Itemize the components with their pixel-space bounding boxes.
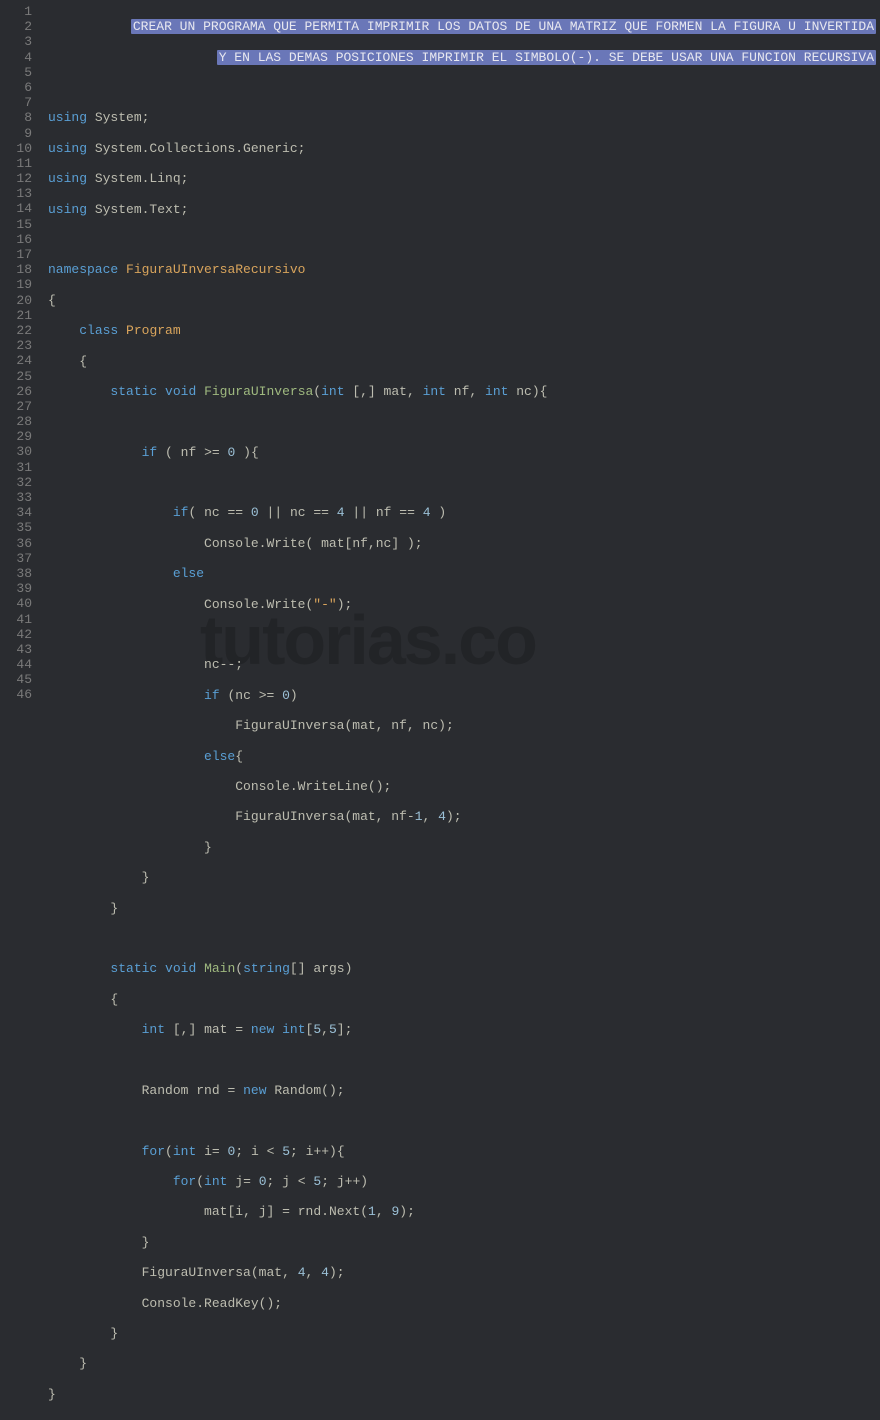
code-line[interactable]: CREAR UN PROGRAMA QUE PERMITA IMPRIMIR L… (48, 19, 880, 34)
line-number: 16 (6, 232, 32, 247)
code-line[interactable]: { (48, 354, 880, 369)
line-number: 6 (6, 80, 32, 95)
code-line[interactable]: Console.WriteLine(); (48, 779, 880, 794)
code-line[interactable]: } (48, 1387, 880, 1402)
line-number: 10 (6, 141, 32, 156)
line-number: 20 (6, 293, 32, 308)
line-number: 30 (6, 444, 32, 459)
line-number: 29 (6, 429, 32, 444)
line-number: 37 (6, 551, 32, 566)
line-number: 35 (6, 520, 32, 535)
code-editor[interactable]: 1 2 3 4 5 6 7 8 9 10 11 12 13 14 15 16 1… (0, 0, 880, 710)
code-line[interactable]: { (48, 992, 880, 1007)
code-line[interactable]: Console.Write( mat[nf,nc] ); (48, 536, 880, 551)
code-line[interactable]: Y EN LAS DEMAS POSICIONES IMPRIMIR EL SI… (48, 50, 880, 65)
code-line[interactable]: using System.Linq; (48, 171, 880, 186)
code-line[interactable]: } (48, 1326, 880, 1341)
code-line[interactable]: } (48, 901, 880, 916)
code-line[interactable]: if (nc >= 0) (48, 688, 880, 703)
code-line[interactable]: } (48, 870, 880, 885)
code-line[interactable]: { (48, 293, 880, 308)
line-number: 44 (6, 657, 32, 672)
line-number: 9 (6, 126, 32, 141)
code-line[interactable]: mat[i, j] = rnd.Next(1, 9); (48, 1204, 880, 1219)
line-number: 24 (6, 353, 32, 368)
code-line[interactable]: else (48, 566, 880, 581)
line-number: 17 (6, 247, 32, 262)
line-number: 27 (6, 399, 32, 414)
selected-comment[interactable]: Y EN LAS DEMAS POSICIONES IMPRIMIR EL SI… (217, 50, 876, 65)
line-number: 34 (6, 505, 32, 520)
line-number: 2 (6, 19, 32, 34)
line-number: 23 (6, 338, 32, 353)
line-number: 46 (6, 687, 32, 702)
line-number: 13 (6, 186, 32, 201)
line-number: 7 (6, 95, 32, 110)
line-number-gutter: 1 2 3 4 5 6 7 8 9 10 11 12 13 14 15 16 1… (0, 0, 42, 710)
line-number: 31 (6, 460, 32, 475)
code-line[interactable]: FiguraUInversa(mat, nf, nc); (48, 718, 880, 733)
code-line[interactable] (48, 475, 880, 490)
code-line[interactable]: Random rnd = new Random(); (48, 1083, 880, 1098)
line-number: 8 (6, 110, 32, 125)
line-number: 41 (6, 612, 32, 627)
code-line[interactable]: if( nc == 0 || nc == 4 || nf == 4 ) (48, 505, 880, 520)
code-line[interactable]: if ( nf >= 0 ){ (48, 445, 880, 460)
code-line[interactable]: for(int i= 0; i < 5; i++){ (48, 1144, 880, 1159)
code-line[interactable]: using System.Collections.Generic; (48, 141, 880, 156)
line-number: 14 (6, 201, 32, 216)
code-line[interactable] (48, 1052, 880, 1067)
line-number: 18 (6, 262, 32, 277)
code-line[interactable]: static void FiguraUInversa(int [,] mat, … (48, 384, 880, 399)
code-line[interactable] (48, 232, 880, 247)
code-line[interactable]: nc--; (48, 657, 880, 672)
code-line[interactable]: FiguraUInversa(mat, nf-1, 4); (48, 809, 880, 824)
line-number: 38 (6, 566, 32, 581)
line-number: 28 (6, 414, 32, 429)
line-number: 22 (6, 323, 32, 338)
code-line[interactable]: Console.ReadKey(); (48, 1296, 880, 1311)
line-number: 25 (6, 369, 32, 384)
code-line[interactable]: for(int j= 0; j < 5; j++) (48, 1174, 880, 1189)
code-line[interactable] (48, 1113, 880, 1128)
line-number: 19 (6, 277, 32, 292)
code-line[interactable]: else{ (48, 749, 880, 764)
code-line[interactable] (48, 627, 880, 642)
line-number: 43 (6, 642, 32, 657)
code-line[interactable]: namespace FiguraUInversaRecursivo (48, 262, 880, 277)
line-number: 39 (6, 581, 32, 596)
code-line[interactable]: } (48, 1356, 880, 1371)
line-number: 32 (6, 475, 32, 490)
line-number: 5 (6, 65, 32, 80)
selected-comment[interactable]: CREAR UN PROGRAMA QUE PERMITA IMPRIMIR L… (131, 19, 876, 34)
code-line[interactable]: } (48, 1235, 880, 1250)
line-number: 36 (6, 536, 32, 551)
line-number: 12 (6, 171, 32, 186)
line-number: 42 (6, 627, 32, 642)
code-line[interactable]: } (48, 840, 880, 855)
code-line[interactable]: using System; (48, 110, 880, 125)
line-number: 45 (6, 672, 32, 687)
line-number: 21 (6, 308, 32, 323)
code-line[interactable]: class Program (48, 323, 880, 338)
code-line[interactable] (48, 931, 880, 946)
line-number: 3 (6, 34, 32, 49)
line-number: 1 (6, 4, 32, 19)
line-number: 26 (6, 384, 32, 399)
code-line[interactable]: using System.Text; (48, 202, 880, 217)
code-line[interactable]: int [,] mat = new int[5,5]; (48, 1022, 880, 1037)
code-line[interactable] (48, 414, 880, 429)
line-number: 40 (6, 596, 32, 611)
line-number: 11 (6, 156, 32, 171)
line-number: 15 (6, 217, 32, 232)
line-number: 4 (6, 50, 32, 65)
code-line[interactable]: Console.Write("-"); (48, 597, 880, 612)
code-line[interactable]: FiguraUInversa(mat, 4, 4); (48, 1265, 880, 1280)
code-line[interactable] (48, 80, 880, 95)
line-number: 33 (6, 490, 32, 505)
code-line[interactable]: static void Main(string[] args) (48, 961, 880, 976)
code-area[interactable]: CREAR UN PROGRAMA QUE PERMITA IMPRIMIR L… (42, 0, 880, 710)
